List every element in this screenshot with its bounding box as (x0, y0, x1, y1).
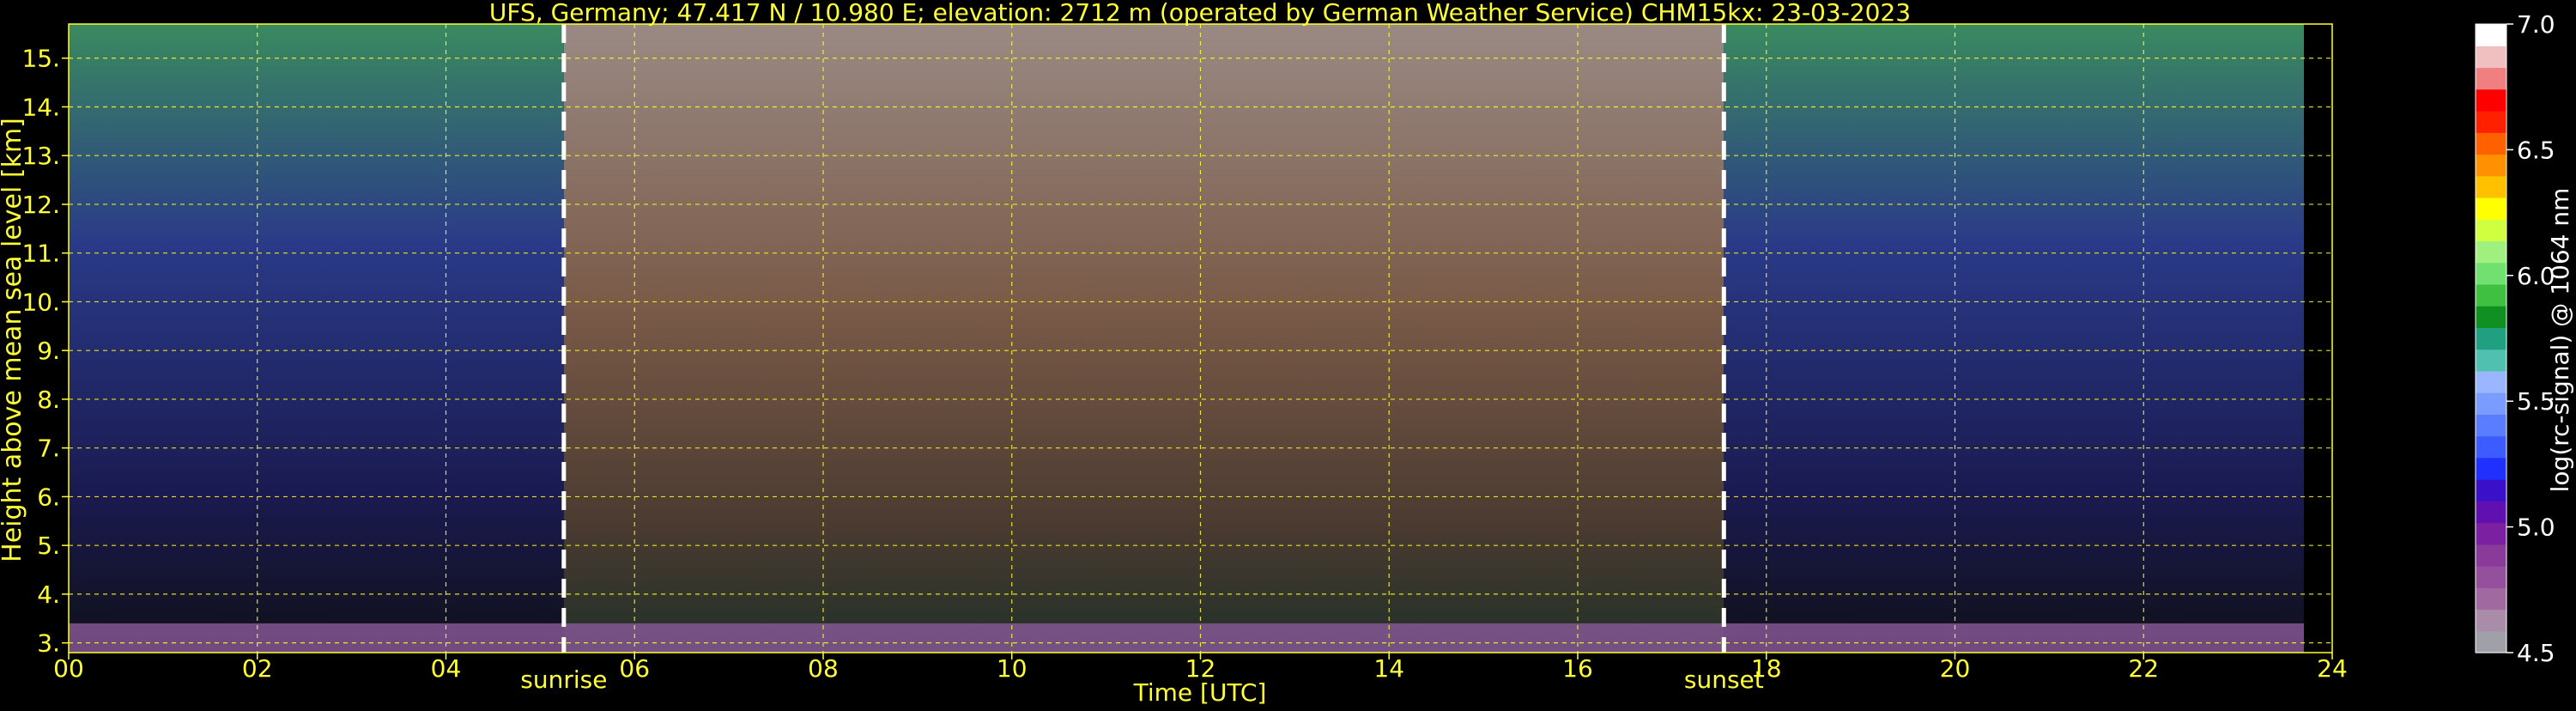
x-tick-label: 16 (1562, 654, 1593, 683)
x-tick-label: 00 (53, 654, 84, 683)
ceilometer-chart: sunrise sunset 3.4.5.6.7.8.9.10.11.12.13.… (0, 0, 2576, 708)
colorbar-tick-label: 7.0 (2517, 10, 2555, 39)
x-tick-label: 24 (2317, 654, 2348, 683)
colorbar-segment (2476, 392, 2506, 415)
y-tick-label: 5. (37, 532, 60, 560)
colorbar-label: log(rc-signal) @ 1064 nm (2546, 188, 2574, 493)
colorbar-tick-label: 4.5 (2517, 639, 2555, 667)
x-tick-label: 14 (1373, 654, 1404, 683)
no-data-region (2304, 24, 2332, 653)
y-tick-label: 12. (21, 191, 60, 219)
colorbar-segment (2476, 175, 2506, 198)
y-tick-label: 15. (21, 45, 60, 73)
colorbar-tick-label: 6.5 (2517, 136, 2555, 164)
y-tick-label: 13. (21, 142, 60, 170)
colorbar-segment (2476, 283, 2506, 307)
chart-title: UFS, Germany; 47.417 N / 10.980 E; eleva… (489, 0, 1911, 27)
colorbar-segment (2476, 219, 2506, 242)
y-tick-label: 11. (21, 240, 60, 268)
colorbar-segment (2476, 414, 2506, 437)
colorbar-segment (2476, 501, 2506, 524)
surface-signal-band (69, 623, 2305, 653)
colorbar (2475, 23, 2507, 653)
y-tick-label: 8. (37, 386, 60, 414)
colorbar-segment (2476, 457, 2506, 480)
colorbar-tick-label: 5.0 (2517, 514, 2555, 542)
colorbar-segment (2476, 306, 2506, 328)
y-tick-label: 10. (21, 288, 60, 316)
x-tick-label: 10 (997, 654, 1027, 683)
colorbar-segment (2476, 262, 2506, 285)
x-tick-label: 20 (1940, 654, 1971, 683)
colorbar-segment (2476, 67, 2506, 90)
colorbar-segment (2476, 327, 2506, 350)
x-axis-label: Time [UTC] (1133, 678, 1267, 707)
colorbar-segment (2476, 349, 2506, 372)
y-tick-label: 4. (37, 580, 60, 609)
colorbar-segment (2476, 110, 2506, 133)
colorbar-segment (2476, 154, 2506, 177)
y-axis-label: Height above mean sea level [km] (0, 118, 27, 562)
colorbar-segment (2476, 566, 2506, 588)
colorbar-segment (2476, 435, 2506, 459)
colorbar-segment (2476, 370, 2506, 393)
x-tick-label: 22 (2128, 654, 2159, 683)
colorbar-segment (2476, 609, 2506, 632)
x-tick-label: 02 (242, 654, 273, 683)
y-tick-label: 7. (37, 434, 60, 463)
colorbar-segment (2476, 132, 2506, 155)
colorbar-segment (2476, 197, 2506, 220)
colorbar-segment (2476, 240, 2506, 264)
colorbar-segment (2476, 88, 2506, 112)
y-tick-label: 6. (37, 483, 60, 511)
colorbar-segment (2476, 522, 2506, 545)
x-tick-label: 06 (619, 654, 650, 683)
colorbar-segment (2476, 587, 2506, 611)
ceilometer-figure: sunrise sunset 3. 4. 5. 6. 7. 8. 9. 10. 11. 12. 13.… (0, 0, 2576, 708)
y-tick-label: 3. (37, 629, 60, 658)
day-signal-region (563, 24, 1724, 653)
colorbar-segment (2476, 630, 2506, 653)
colorbar-segment (2476, 479, 2506, 501)
x-tick-label: 04 (431, 654, 462, 683)
colorbar-segment (2476, 544, 2506, 567)
colorbar-segment (2476, 46, 2506, 69)
y-tick-label: 9. (37, 337, 60, 365)
colorbar-segment (2476, 24, 2506, 46)
y-tick-label: 14. (21, 93, 60, 121)
x-tick-label: 18 (1751, 654, 1782, 683)
sunrise-label: sunrise (520, 665, 607, 694)
night-signal-region (69, 24, 564, 653)
x-tick-label: 08 (808, 654, 839, 683)
night-signal-region (1724, 24, 2305, 653)
